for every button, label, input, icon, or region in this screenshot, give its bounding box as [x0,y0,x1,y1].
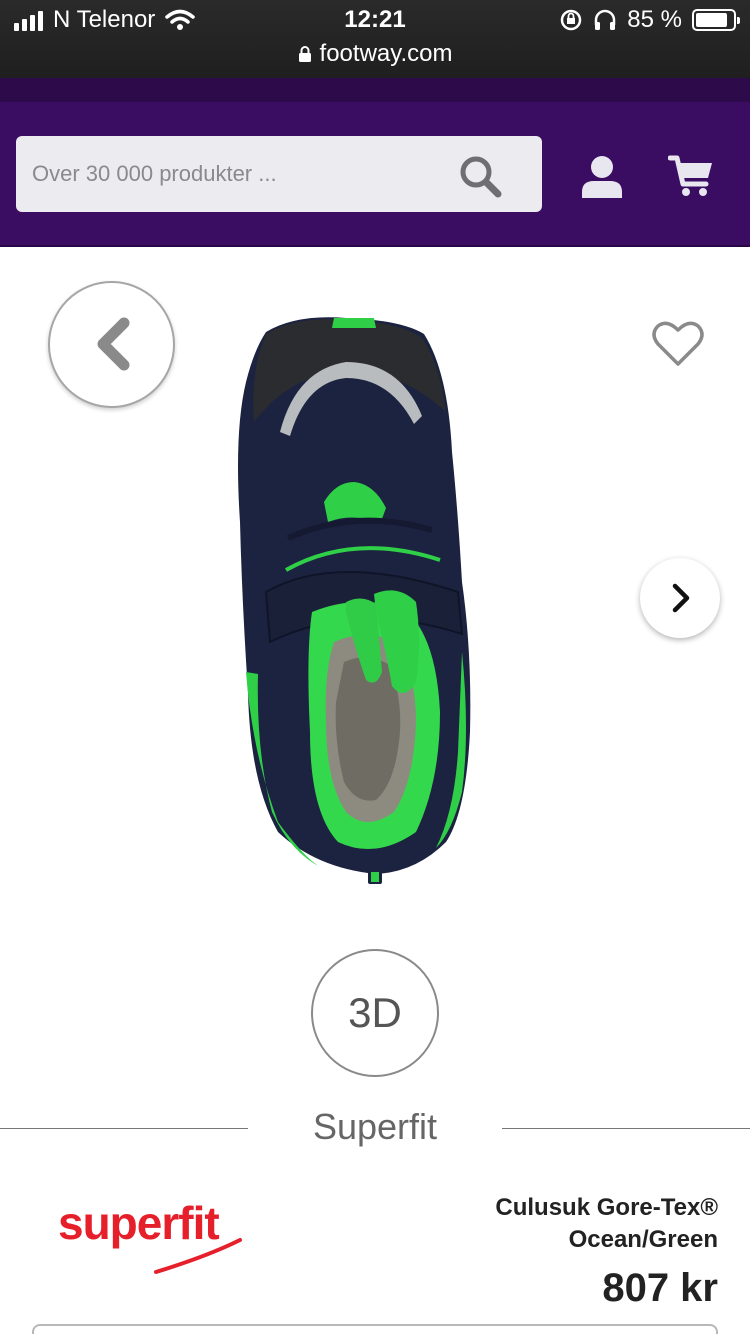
size-selector[interactable] [32,1324,718,1334]
product-name: Culusuk Gore-Tex® Ocean/Green [495,1194,718,1253]
headphones-icon [595,9,616,30]
brand-logo[interactable]: superfit [58,1196,248,1276]
lock-icon [298,46,311,62]
url-text: footway.com [319,40,453,67]
cart-icon[interactable] [668,154,714,198]
product-page: N Telenor 12:21 85 % footway.com Over 30… [0,0,750,1334]
product-info: Culusuk Gore-Tex® Ocean/Green 807 kr [358,1192,718,1311]
product-image [238,317,471,884]
battery-icon [692,9,740,31]
view-3d-button[interactable]: 3D [311,949,439,1077]
status-bar: N Telenor 12:21 85 % footway.com [0,0,750,78]
search-box [16,136,542,212]
brand-divider: Superfit [0,1100,750,1156]
header-strip [0,78,750,102]
site-header [0,102,750,247]
chevron-right-icon [672,583,690,613]
rotation-lock-icon [561,9,582,31]
previous-image-button[interactable] [48,281,175,408]
brand-label: Superfit [312,1106,438,1147]
product-price: 807 kr [602,1266,718,1310]
battery-percentage: 85 % [627,6,682,33]
chevron-left-icon [97,317,130,371]
search-input[interactable] [32,136,452,212]
search-icon[interactable] [458,154,502,198]
next-image-button[interactable] [640,558,720,638]
heart-icon[interactable] [652,320,704,368]
logo-swoosh [154,1238,242,1274]
url-bar[interactable]: footway.com [0,40,750,68]
user-icon[interactable] [578,154,626,198]
